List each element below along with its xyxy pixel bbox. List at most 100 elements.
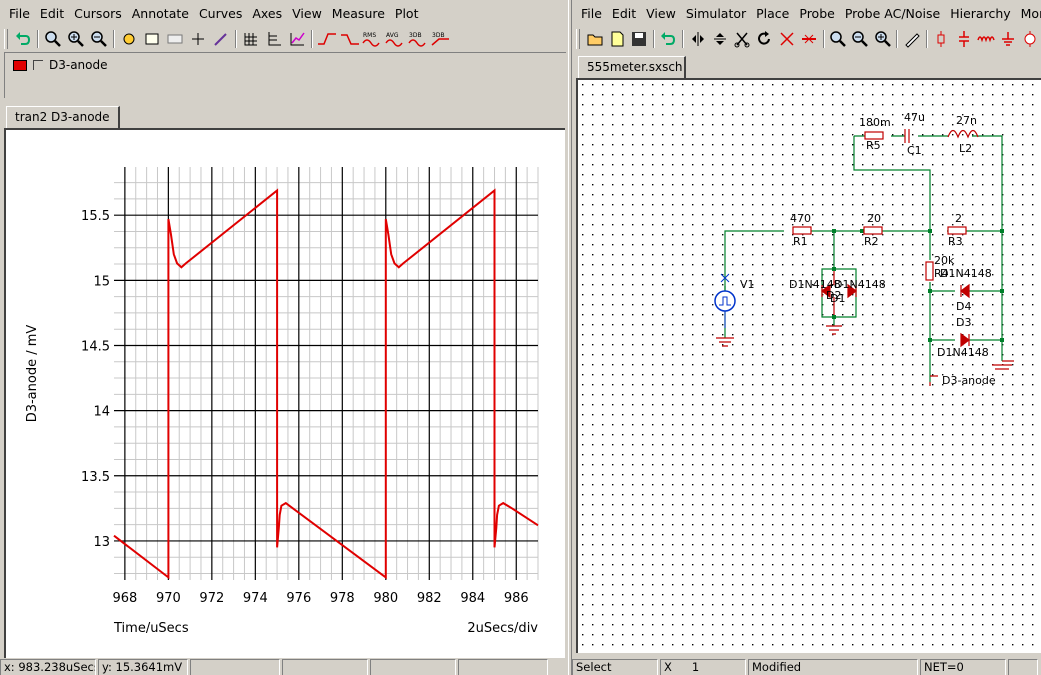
toolbar-separator — [235, 30, 237, 48]
menu-axes[interactable]: Axes — [247, 6, 287, 21]
delete-part-icon[interactable] — [776, 28, 797, 50]
x-tick-label: 984 — [460, 591, 485, 606]
axis-icon[interactable] — [263, 28, 285, 50]
fit-icon[interactable] — [118, 28, 140, 50]
zoom-icon[interactable] — [828, 28, 849, 50]
place-resistor-icon[interactable] — [931, 28, 952, 50]
menu-plot[interactable]: Plot — [390, 6, 424, 21]
menu-edit[interactable]: Edit — [607, 6, 641, 21]
r1-value-label: 470 — [790, 212, 811, 225]
x-tick-label: 976 — [286, 591, 311, 606]
schematic-canvas[interactable]: 180m R5 47u C1 27n L2 470 R1 20 R2 2 R3 … — [576, 78, 1041, 653]
svg-text:AVG: AVG — [386, 32, 399, 39]
zoom-in-icon[interactable] — [65, 28, 87, 50]
d2-model-label: D1N4148 — [834, 278, 886, 291]
undo-icon[interactable] — [12, 28, 34, 50]
d2-name-label: D2 — [826, 289, 841, 302]
chart-icon[interactable] — [286, 28, 308, 50]
resistor-r3[interactable] — [947, 226, 967, 235]
waveform-graph[interactable]: 968 970 972 974 976 978 980 982 984 986 13 13.5 14 14… — [6, 130, 567, 660]
resistor-r4[interactable] — [925, 261, 934, 281]
toolbar-grip[interactable] — [576, 29, 580, 49]
curve-color-swatch[interactable] — [13, 59, 27, 71]
rotate-icon[interactable] — [754, 28, 775, 50]
rms-icon[interactable]: RMS — [362, 28, 384, 50]
schematic-toolbar — [572, 27, 1041, 51]
bandwidth-3db-icon[interactable]: 3DB — [408, 28, 430, 50]
highpass-3db-icon[interactable]: 3DB — [431, 28, 453, 50]
grid-icon[interactable] — [240, 28, 262, 50]
menu-monte-carlo[interactable]: Monte-C — [1016, 6, 1041, 21]
waveform-plot-area[interactable]: 968 970 972 974 976 978 980 982 984 986 13 13.5 14 14… — [4, 128, 565, 658]
cut-icon[interactable] — [732, 28, 753, 50]
net-status: NET=0 — [920, 659, 1006, 675]
curve-legend-panel: D3-anode — [4, 52, 566, 98]
probe-d3-anode-label: D3-anode — [942, 374, 996, 387]
rise-time-icon[interactable] — [316, 28, 338, 50]
place-capacitor-icon[interactable] — [953, 28, 974, 50]
edit-mode-status: Select — [572, 659, 658, 675]
selection-count-status: X 1 — [660, 659, 746, 675]
zoom-out-icon[interactable] — [850, 28, 871, 50]
wand-icon[interactable] — [210, 28, 232, 50]
cursor-icon[interactable] — [187, 28, 209, 50]
zoom-icon[interactable] — [42, 28, 64, 50]
menu-file[interactable]: File — [4, 6, 35, 21]
tab-tran2-d3-anode[interactable]: tran2 D3-anode — [6, 106, 120, 128]
menu-file[interactable]: File — [576, 6, 607, 21]
delete-wire-icon[interactable] — [798, 28, 819, 50]
mirror-icon[interactable] — [687, 28, 708, 50]
y-tick-label: 13 — [93, 535, 110, 550]
pencil-wire-icon[interactable] — [901, 28, 922, 50]
resistor-r2[interactable] — [863, 226, 883, 235]
toolbar-separator — [925, 30, 928, 48]
y-tick-label: 14 — [93, 405, 110, 420]
toolbar-separator — [37, 30, 39, 48]
undo-icon[interactable] — [658, 28, 679, 50]
menu-curves[interactable]: Curves — [194, 6, 247, 21]
menu-view[interactable]: View — [641, 6, 681, 21]
menu-view[interactable]: View — [287, 6, 327, 21]
tab-555meter-schematic[interactable]: 555meter.sxsch — [578, 56, 686, 78]
open-folder-icon[interactable] — [584, 28, 605, 50]
resistor-r5[interactable] — [864, 131, 884, 140]
fall-time-icon[interactable] — [339, 28, 361, 50]
place-ground-icon[interactable] — [997, 28, 1018, 50]
curve-select-checkbox[interactable] — [33, 60, 43, 70]
new-curve-icon[interactable] — [141, 28, 163, 50]
zoom-out-icon[interactable] — [88, 28, 110, 50]
flip-icon[interactable] — [709, 28, 730, 50]
save-icon[interactable] — [628, 28, 649, 50]
menu-cursors[interactable]: Cursors — [69, 6, 127, 21]
x-tick-label: 980 — [373, 591, 398, 606]
toolbar-separator — [896, 30, 899, 48]
status-cell-empty — [370, 659, 456, 675]
cursor-y-readout: y: 15.3641mV — [98, 659, 188, 675]
x-axis-label: Time/uSecs — [113, 621, 189, 636]
x-tick-label: 978 — [330, 591, 355, 606]
x-tick-label: 970 — [156, 591, 181, 606]
menu-probe[interactable]: Probe — [794, 6, 839, 21]
place-inductor-icon[interactable] — [975, 28, 996, 50]
place-source-icon[interactable] — [1020, 28, 1041, 50]
menu-hierarchy[interactable]: Hierarchy — [945, 6, 1015, 21]
menu-edit[interactable]: Edit — [35, 6, 69, 21]
new-file-icon[interactable] — [606, 28, 627, 50]
waveform-viewer-window: File Edit Cursors Annotate Curves Axes V… — [0, 0, 568, 675]
legend-item-d3-anode[interactable]: D3-anode — [13, 58, 108, 72]
menu-place[interactable]: Place — [751, 6, 794, 21]
menu-probe-ac-noise[interactable]: Probe AC/Noise — [840, 6, 945, 21]
avg-icon[interactable]: AVG — [385, 28, 407, 50]
d3-model-label: D1N4148 — [937, 346, 989, 359]
schematic-drawing[interactable]: 180m R5 47u C1 27n L2 470 R1 20 R2 2 R3 … — [578, 80, 1041, 653]
toolbar-separator — [113, 30, 115, 48]
menu-simulator[interactable]: Simulator — [681, 6, 751, 21]
menu-measure[interactable]: Measure — [327, 6, 390, 21]
c1-name-label: C1 — [907, 144, 922, 157]
toolbar-grip[interactable] — [4, 29, 8, 49]
menu-annotate[interactable]: Annotate — [127, 6, 194, 21]
resistor-r1[interactable] — [792, 226, 812, 235]
zoom-in-icon[interactable] — [872, 28, 893, 50]
abc-icon[interactable] — [164, 28, 186, 50]
series-line-d3-anode[interactable] — [113, 188, 539, 580]
